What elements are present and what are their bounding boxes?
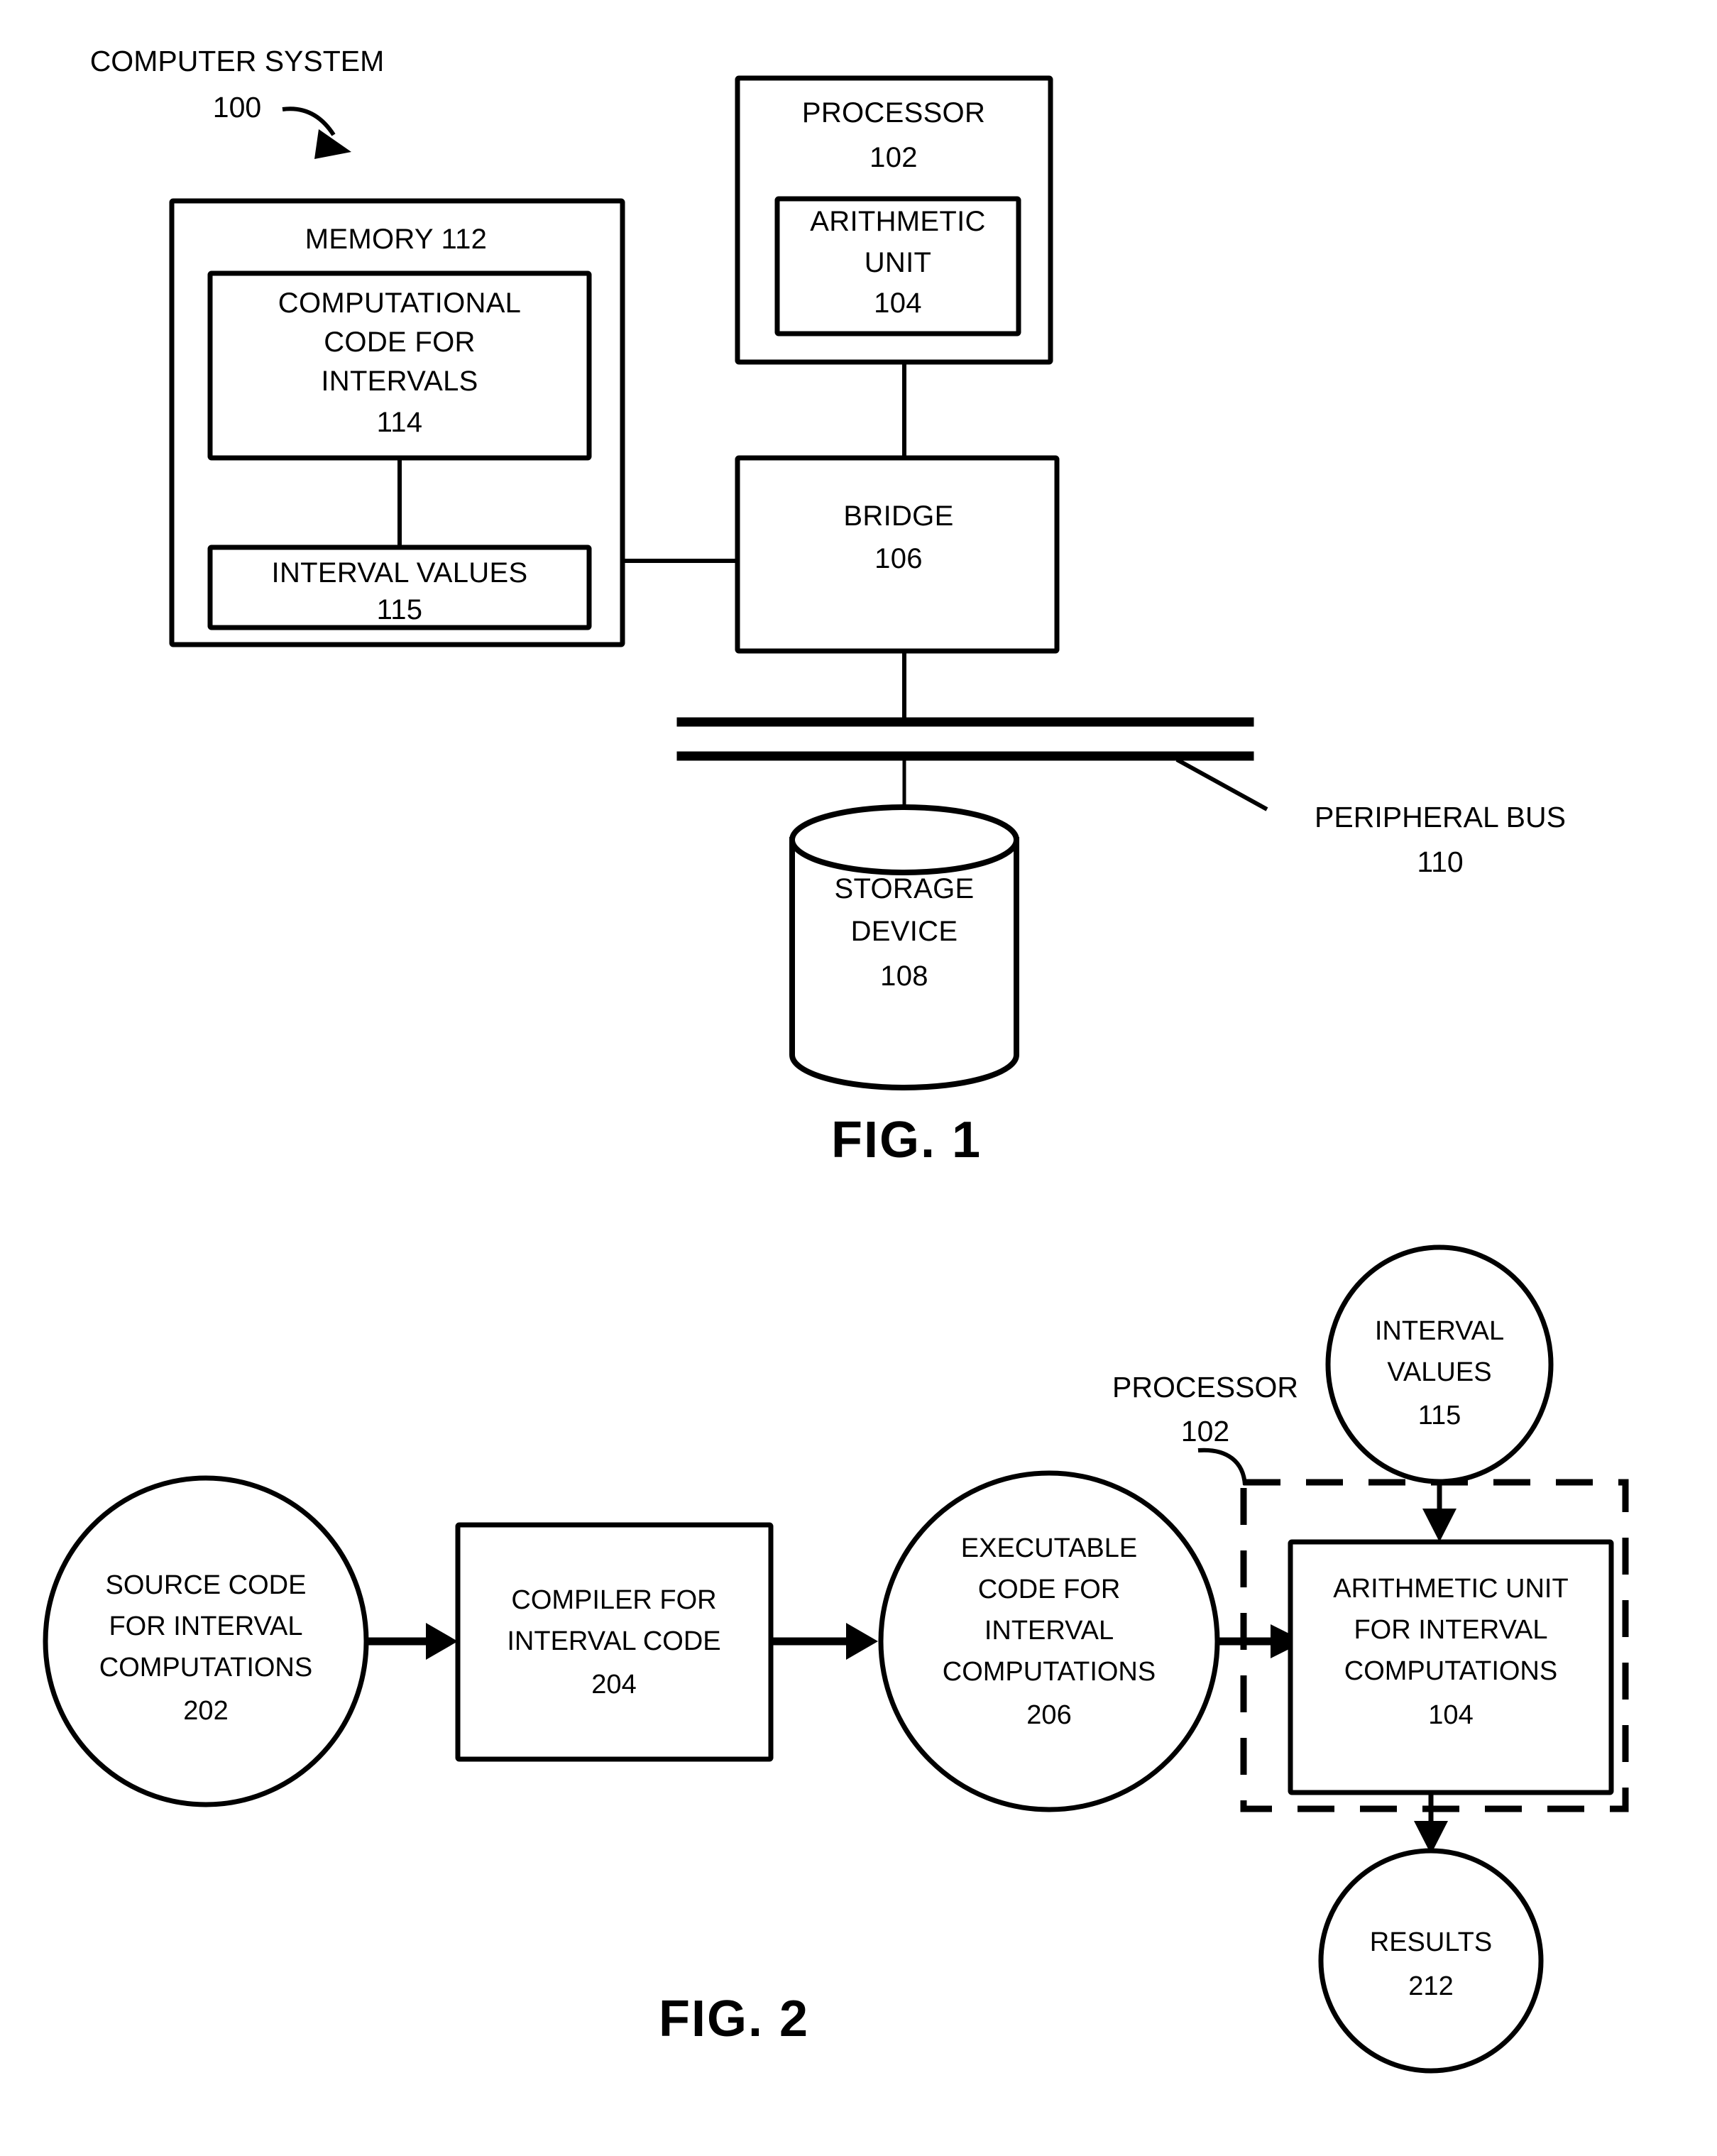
figure-2-group: SOURCE CODE FOR INTERVAL COMPUTATIONS 20… [43,1244,1629,2074]
processor-callout-label-fig2: PROCESSOR [1112,1371,1298,1403]
computational-code-line2: CODE FOR [324,327,476,358]
computer-system-callout-label: COMPUTER SYSTEM [90,45,385,77]
compiler-line1: COMPILER FOR [511,1585,716,1615]
memory-box-title: MEMORY 112 [305,224,487,255]
figure-1-group: COMPUTER SYSTEM 100 MEMORY 112 COMPUTATI… [90,45,1566,1169]
arithmetic-unit-ref-fig2: 104 [1428,1700,1473,1730]
computational-code-line1: COMPUTATIONAL [278,288,521,319]
computational-code-ref: 114 [377,407,423,438]
source-code-line1: SOURCE CODE [106,1570,307,1600]
patent-drawing-sheet: COMPUTER SYSTEM 100 MEMORY 112 COMPUTATI… [0,0,1717,2156]
storage-device-cylinder-top [789,804,1019,875]
executable-code-ref: 206 [1026,1700,1071,1730]
interval-values-ref: 115 [377,594,423,625]
processor-callout-leader-fig2 [1197,1448,1247,1486]
source-code-line2: FOR INTERVAL [109,1611,302,1641]
storage-device-line2: DEVICE [851,916,958,947]
arithmetic-unit-line3-fig2: COMPUTATIONS [1344,1656,1557,1686]
processor-box-title: PROCESSOR [802,97,985,128]
interval-values-to-au-arrowhead [1422,1509,1457,1542]
arithmetic-unit-line2: UNIT [865,247,932,278]
interval-values-line1: INTERVAL VALUES [272,557,528,589]
figure-1-caption: FIG. 1 [831,1112,982,1169]
interval-values-line2-fig2: VALUES [1387,1357,1491,1387]
bridge-box-ref: 106 [874,543,923,574]
compiler-to-executable-arrowhead [846,1623,878,1660]
patent-figures-canvas: COMPUTER SYSTEM 100 MEMORY 112 COMPUTATI… [43,45,1629,2074]
source-code-node [43,1475,369,1807]
bridge-box-title: BRIDGE [843,500,953,532]
compiler-line2: INTERVAL CODE [507,1626,720,1656]
executable-code-line4: COMPUTATIONS [943,1657,1156,1687]
source-to-compiler-arrowhead [426,1623,458,1660]
arithmetic-unit-line1: ARITHMETIC [810,206,985,237]
computer-system-leader-line [282,106,336,136]
figure-2-caption: FIG. 2 [659,1991,809,2047]
peripheral-bus-label: PERIPHERAL BUS [1315,801,1566,833]
peripheral-bus-leader-line [1175,757,1268,811]
arithmetic-unit-line2-fig2: FOR INTERVAL [1354,1615,1547,1645]
compiler-ref: 204 [591,1670,636,1700]
source-code-line3: COMPUTATIONS [99,1653,312,1682]
results-line1: RESULTS [1370,1927,1492,1957]
source-code-ref: 202 [183,1696,228,1726]
interval-values-line1-fig2: INTERVAL [1375,1316,1504,1346]
storage-device-ref: 108 [880,961,928,992]
computer-system-callout-ref: 100 [213,91,261,124]
processor-callout-ref-fig2: 102 [1181,1415,1229,1448]
computational-code-line3: INTERVALS [321,366,478,397]
executable-code-line1: EXECUTABLE [961,1533,1137,1563]
processor-box-ref: 102 [870,142,918,173]
results-node [1318,1848,1544,2074]
executable-code-line2: CODE FOR [978,1575,1121,1604]
arithmetic-unit-ref: 104 [874,288,922,319]
peripheral-bus-ref: 110 [1417,846,1463,878]
executable-code-line3: INTERVAL [984,1616,1114,1646]
interval-values-ref-fig2: 115 [1418,1401,1461,1430]
storage-device-line1: STORAGE [835,873,975,904]
results-ref: 212 [1408,1971,1453,2001]
arithmetic-unit-line1-fig2: ARITHMETIC UNIT [1333,1574,1568,1604]
